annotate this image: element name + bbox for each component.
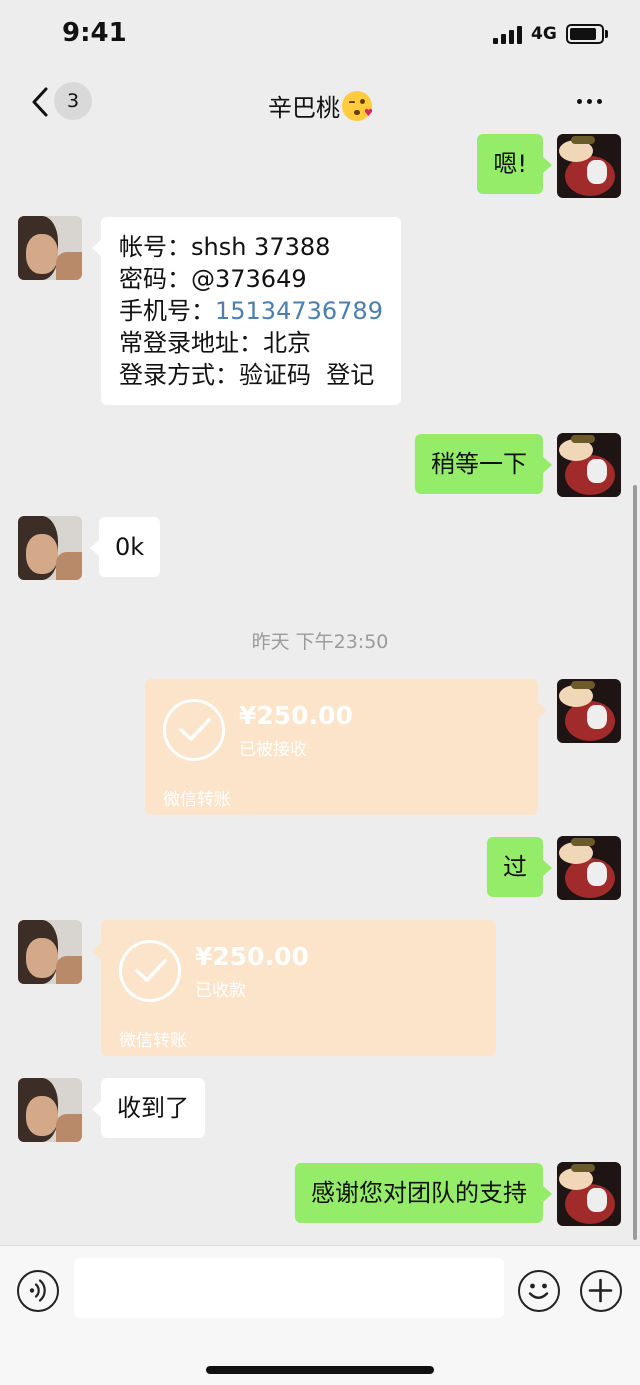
message-bubble-self[interactable]: 稍等一下 (415, 434, 552, 494)
transfer-label: 微信转账 (163, 790, 231, 810)
plus-icon[interactable] (580, 1270, 622, 1312)
message-line: 密码：@373649 (119, 265, 307, 293)
transfer-status: 已被接收 (239, 740, 307, 760)
contact-avatar[interactable] (18, 1078, 82, 1142)
check-circle-icon (119, 940, 181, 1002)
phone-number-link[interactable]: 15134736789 (215, 297, 383, 325)
scrollbar[interactable] (633, 485, 637, 1240)
message-text: 嗯! (493, 150, 527, 178)
self-avatar[interactable] (557, 1162, 621, 1226)
message-line: 手机号：15134736789 (119, 295, 383, 327)
message-text: 稍等一下 (431, 450, 527, 478)
chat-header: 3 辛巴桃 ♥ (0, 70, 640, 134)
message-input[interactable] (74, 1258, 504, 1318)
transfer-amount: ¥250.00 (195, 942, 309, 971)
message-bubble-contact[interactable]: 收到了 (92, 1078, 205, 1138)
check-circle-icon (163, 699, 225, 761)
contact-avatar[interactable] (18, 920, 82, 984)
status-bar: 9:41 4G (0, 0, 640, 70)
self-avatar[interactable] (557, 836, 621, 900)
contact-avatar[interactable] (18, 216, 82, 280)
voice-icon[interactable] (17, 1270, 59, 1312)
message-bubble-contact[interactable]: 帐号：shsh 37388 密码：@373649 手机号：15134736789… (92, 217, 401, 405)
status-time: 9:41 (62, 18, 127, 48)
transfer-card-sent[interactable]: ¥250.00 已被接收 微信转账 (145, 679, 547, 815)
chat-title: 辛巴桃 ♥ (0, 88, 640, 123)
home-indicator[interactable] (206, 1366, 434, 1374)
message-bubble-contact[interactable]: 0k (89, 517, 161, 577)
message-text: 过 (503, 853, 527, 881)
self-avatar[interactable] (557, 134, 621, 198)
message-bubble-self[interactable]: 感谢您对团队的支持 (295, 1163, 552, 1223)
battery-tip (605, 30, 608, 38)
message-text: 0k (115, 533, 145, 561)
self-avatar[interactable] (557, 679, 621, 743)
transfer-amount: ¥250.00 (239, 701, 353, 730)
emoji-icon[interactable] (518, 1270, 560, 1312)
contact-name: 辛巴桃 (268, 94, 340, 122)
message-line: 登录方式：验证码 登记 (119, 361, 375, 389)
self-avatar[interactable] (557, 433, 621, 497)
transfer-status: 已收款 (195, 981, 246, 1001)
transfer-label: 微信转账 (119, 1031, 187, 1051)
message-bubble-self[interactable]: 过 (487, 837, 552, 897)
contact-avatar[interactable] (18, 516, 82, 580)
network-type: 4G (531, 24, 557, 44)
input-bar (0, 1245, 640, 1385)
message-bubble-self[interactable]: 嗯! (477, 134, 552, 194)
message-line: 帐号：shsh 37388 (119, 233, 331, 261)
kiss-emoji-icon: ♥ (342, 91, 373, 121)
cellular-signal-icon (493, 26, 523, 44)
battery-icon (566, 24, 604, 44)
message-text: 收到了 (117, 1094, 189, 1122)
message-timestamp: 昨天 下午23:50 (251, 631, 389, 653)
message-text: 感谢您对团队的支持 (311, 1179, 527, 1207)
transfer-card-received[interactable]: ¥250.00 已收款 微信转账 (92, 920, 496, 1056)
message-line: 常登录地址：北京 (119, 329, 311, 357)
phone-label: 手机号： (119, 297, 215, 325)
